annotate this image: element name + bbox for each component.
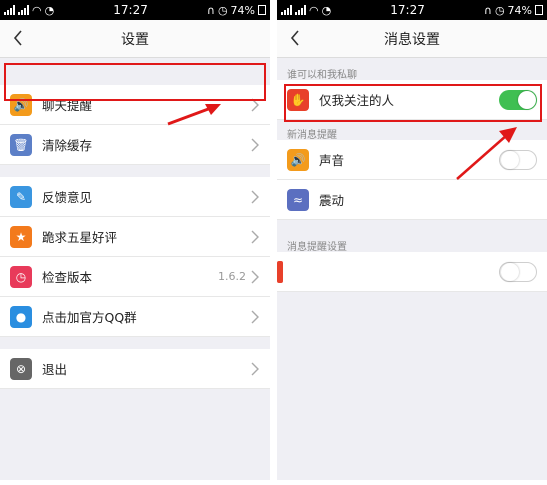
status-bar: ◠ ◔ 17:27 ∩ ◷ 74% [0, 0, 270, 20]
back-arrow-icon[interactable] [6, 26, 30, 50]
star-icon: ★ [10, 225, 32, 248]
trash-icon: 🗑 [10, 133, 32, 156]
settings-group-2: ✎ 反馈意见 ★ 跪求五星好评 ◷ 检查版本 1.6.2 ● 点击加官方QQ群 [0, 177, 270, 337]
settings-row[interactable]: ✎ 反馈意见 [0, 177, 270, 217]
app-notification-icon: ◔ [44, 3, 55, 17]
red-bar-icon [277, 260, 283, 283]
app-notification-icon: ◔ [321, 3, 332, 17]
row-label: 跪求五星好评 [42, 230, 118, 245]
message-settings-screen: ◠ ◔ 17:27 ∩ ◷ 74% 消息设置 谁可以和我私聊 ✋ 仅我关注的人 新… [277, 0, 547, 480]
reminder-group [277, 252, 547, 292]
page-title: 设置 [121, 31, 149, 48]
edit-icon: ✎ [10, 185, 32, 208]
settings-screen: ◠ ◔ 17:27 ∩ ◷ 74% 设置 🔊 聊天提醒 🗑 清除缓存 ✎ 反馈意见 ★ 跪求… [0, 0, 270, 480]
status-left-icons: ◠ ◔ [281, 4, 331, 17]
settings-row[interactable]: ≈ 震动 [277, 180, 547, 220]
speaker-icon: 🔊 [287, 148, 309, 171]
status-time: 17:27 [113, 3, 148, 17]
battery-icon [258, 5, 266, 15]
chevron-right-icon [251, 230, 259, 243]
qq-icon: ● [10, 305, 32, 328]
row-label: 反馈意见 [42, 190, 93, 205]
highlight-box [4, 63, 266, 101]
row-label: 点击加官方QQ群 [42, 310, 137, 325]
settings-row[interactable]: 🗑 清除缓存 [0, 125, 270, 165]
section-title-private-chat: 谁可以和我私聊 [287, 70, 357, 81]
status-left-icons: ◠ ◔ [4, 4, 54, 17]
status-bar: ◠ ◔ 17:27 ∩ ◷ 74% [277, 0, 547, 20]
back-arrow-icon[interactable] [283, 26, 307, 50]
signal-icon [295, 5, 306, 15]
wifi-icon: ◠ [32, 3, 42, 17]
status-right-icons: ∩ ◷ 74% [484, 4, 543, 17]
version-value: 1.6.2 [218, 270, 246, 283]
nav-bar: 设置 [0, 20, 270, 58]
chevron-right-icon [251, 362, 259, 375]
highlight-box [284, 84, 542, 122]
section-title-reminder: 消息提醒设置 [287, 242, 347, 253]
row-label: 清除缓存 [42, 138, 93, 153]
battery-level: 74% [230, 3, 255, 17]
close-circle-icon: ⊗ [10, 357, 32, 380]
alarm-icon: ◷ [494, 3, 505, 17]
settings-row[interactable] [277, 252, 547, 292]
settings-row[interactable]: ◷ 检查版本 1.6.2 [0, 257, 270, 297]
pointer-arrow [167, 104, 221, 126]
signal-icon [18, 5, 29, 15]
toggle-switch[interactable] [499, 261, 537, 282]
chevron-right-icon [251, 310, 259, 323]
battery-level: 74% [507, 3, 532, 17]
row-label: 震动 [319, 193, 345, 208]
nav-bar: 消息设置 [277, 20, 547, 58]
signal-icon [281, 5, 292, 15]
toggle-knob [501, 262, 519, 281]
vibrate-icon: ≈ [287, 188, 309, 211]
row-label: 退出 [42, 362, 68, 377]
settings-row[interactable]: ⊗ 退出 [0, 349, 270, 389]
row-label: 检查版本 [42, 270, 93, 285]
clock-icon: ◷ [10, 265, 32, 288]
settings-row[interactable]: ● 点击加官方QQ群 [0, 297, 270, 337]
signal-icon [4, 5, 15, 15]
status-time: 17:27 [390, 3, 425, 17]
screenshot-composite: ◠ ◔ 17:27 ∩ ◷ 74% 设置 🔊 聊天提醒 🗑 清除缓存 ✎ 反馈意见 ★ 跪求… [0, 0, 547, 485]
headset-icon: ∩ [483, 3, 492, 17]
pointer-arrow [456, 127, 517, 180]
wifi-icon: ◠ [309, 3, 319, 17]
alarm-icon: ◷ [217, 3, 228, 17]
settings-row[interactable]: ★ 跪求五星好评 [0, 217, 270, 257]
page-title: 消息设置 [384, 31, 440, 48]
status-right-icons: ∩ ◷ 74% [207, 4, 266, 17]
battery-icon [535, 5, 543, 15]
chevron-right-icon [251, 270, 259, 283]
chevron-right-icon [251, 190, 259, 203]
chevron-right-icon [251, 138, 259, 151]
headset-icon: ∩ [206, 3, 215, 17]
settings-group-3: ⊗ 退出 [0, 349, 270, 389]
